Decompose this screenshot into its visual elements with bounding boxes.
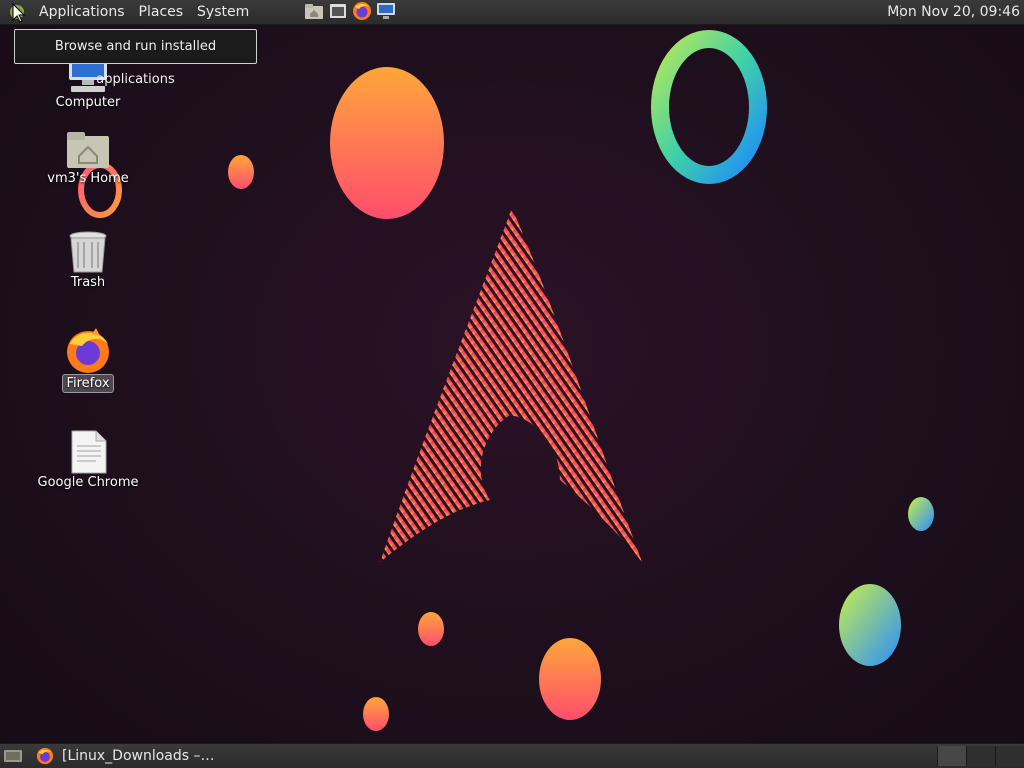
firefox-icon bbox=[36, 747, 54, 765]
desktop-icon-label: Google Chrome bbox=[37, 475, 139, 490]
terminal-window-icon[interactable] bbox=[328, 1, 348, 21]
bottom-panel: [Linux_Downloads –… bbox=[0, 743, 1024, 768]
desktop-icon-label: Trash bbox=[70, 275, 106, 290]
menu-places[interactable]: Places bbox=[132, 0, 191, 24]
mouse-pointer-icon bbox=[12, 3, 26, 23]
applications-tooltip: Browse and run installed applications bbox=[14, 29, 257, 87]
desktop-icon-trash[interactable]: Trash bbox=[33, 230, 143, 291]
document-icon bbox=[71, 430, 107, 474]
menu-system[interactable]: System bbox=[190, 0, 256, 24]
firefox-icon bbox=[67, 328, 109, 373]
desktop-icon-label: vm3's Home bbox=[47, 171, 129, 186]
clock[interactable]: Mon Nov 20, 09:46 bbox=[887, 0, 1020, 24]
menu-applications[interactable]: Applications bbox=[32, 0, 132, 24]
taskbar-window-button[interactable]: [Linux_Downloads –… bbox=[36, 744, 223, 768]
show-desktop-icon[interactable] bbox=[2, 746, 24, 766]
desktop-icon-firefox[interactable]: Firefox bbox=[33, 326, 143, 393]
firefox-icon[interactable] bbox=[352, 1, 372, 21]
workspace-3[interactable] bbox=[995, 746, 1024, 766]
panel-launchers bbox=[304, 1, 396, 21]
workspace-switcher bbox=[937, 746, 1024, 766]
trash-icon bbox=[69, 231, 107, 273]
workspace-2[interactable] bbox=[966, 746, 995, 766]
top-panel: Applications Places System Mon Nov 20, 0… bbox=[0, 0, 1024, 25]
desktop-icon-home[interactable]: vm3's Home bbox=[33, 130, 143, 187]
desktop-icon-google-chrome[interactable]: Google Chrome bbox=[33, 430, 143, 491]
wallpaper-art bbox=[78, 30, 934, 731]
desktop-icon-label: Computer bbox=[55, 95, 121, 110]
home-folder-icon bbox=[67, 132, 109, 168]
home-folder-icon[interactable] bbox=[304, 1, 324, 21]
desktop-icon-label: Firefox bbox=[62, 374, 114, 393]
monitor-icon[interactable] bbox=[376, 1, 396, 21]
taskbar-window-title: [Linux_Downloads –… bbox=[62, 748, 215, 764]
workspace-1[interactable] bbox=[937, 746, 966, 766]
